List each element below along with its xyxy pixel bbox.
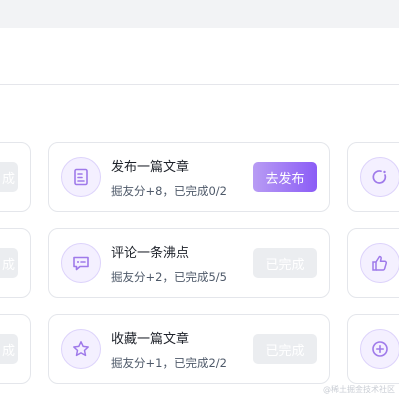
- top-bar: [0, 0, 399, 28]
- left-done-button-2[interactable]: 成: [0, 248, 18, 278]
- refresh-icon: [360, 157, 399, 197]
- completed-button[interactable]: 已完成: [253, 248, 317, 278]
- publish-button[interactable]: 去发布: [253, 162, 317, 192]
- task-desc: 掘友分+8，已完成0/2: [111, 184, 227, 198]
- task-card-right-3: [347, 314, 399, 384]
- task-title: 收藏一篇文章: [111, 332, 190, 347]
- document-icon: [61, 157, 101, 197]
- task-card-comment-pin: 评论一条沸点 掘友分+2，已完成5/5 已完成: [48, 228, 330, 298]
- task-card-left-1: 成: [0, 142, 31, 212]
- left-button-label: 成: [1, 171, 15, 187]
- left-done-button-3[interactable]: 成: [0, 334, 18, 364]
- task-card-left-3: 成: [0, 314, 31, 384]
- left-button-label: 成: [1, 343, 15, 359]
- task-card-left-2: 成: [0, 228, 31, 298]
- task-page: 成 成 成 发布一篇文章 掘友分+8，已完成0/2 去发布 评论一条沸点 掘友分…: [0, 0, 399, 399]
- comment-icon: [61, 243, 101, 283]
- task-card-publish-article: 发布一篇文章 掘友分+8，已完成0/2 去发布: [48, 142, 330, 212]
- divider: [0, 84, 399, 85]
- task-desc: 掘友分+2，已完成5/5: [111, 270, 227, 284]
- completed-button[interactable]: 已完成: [253, 334, 317, 364]
- task-desc: 掘友分+1，已完成2/2: [111, 356, 227, 370]
- add-circle-icon: [360, 329, 399, 369]
- star-icon: [61, 329, 101, 369]
- task-card-collect-article: 收藏一篇文章 掘友分+1，已完成2/2 已完成: [48, 314, 330, 384]
- thumbs-up-icon: [360, 243, 399, 283]
- task-title: 评论一条沸点: [111, 246, 190, 261]
- left-done-button-1[interactable]: 成: [0, 162, 18, 192]
- task-card-right-1: [347, 142, 399, 212]
- left-button-label: 成: [1, 257, 15, 273]
- watermark: @稀土掘金技术社区: [323, 385, 395, 394]
- task-title: 发布一篇文章: [111, 160, 190, 175]
- task-card-right-2: [347, 228, 399, 298]
